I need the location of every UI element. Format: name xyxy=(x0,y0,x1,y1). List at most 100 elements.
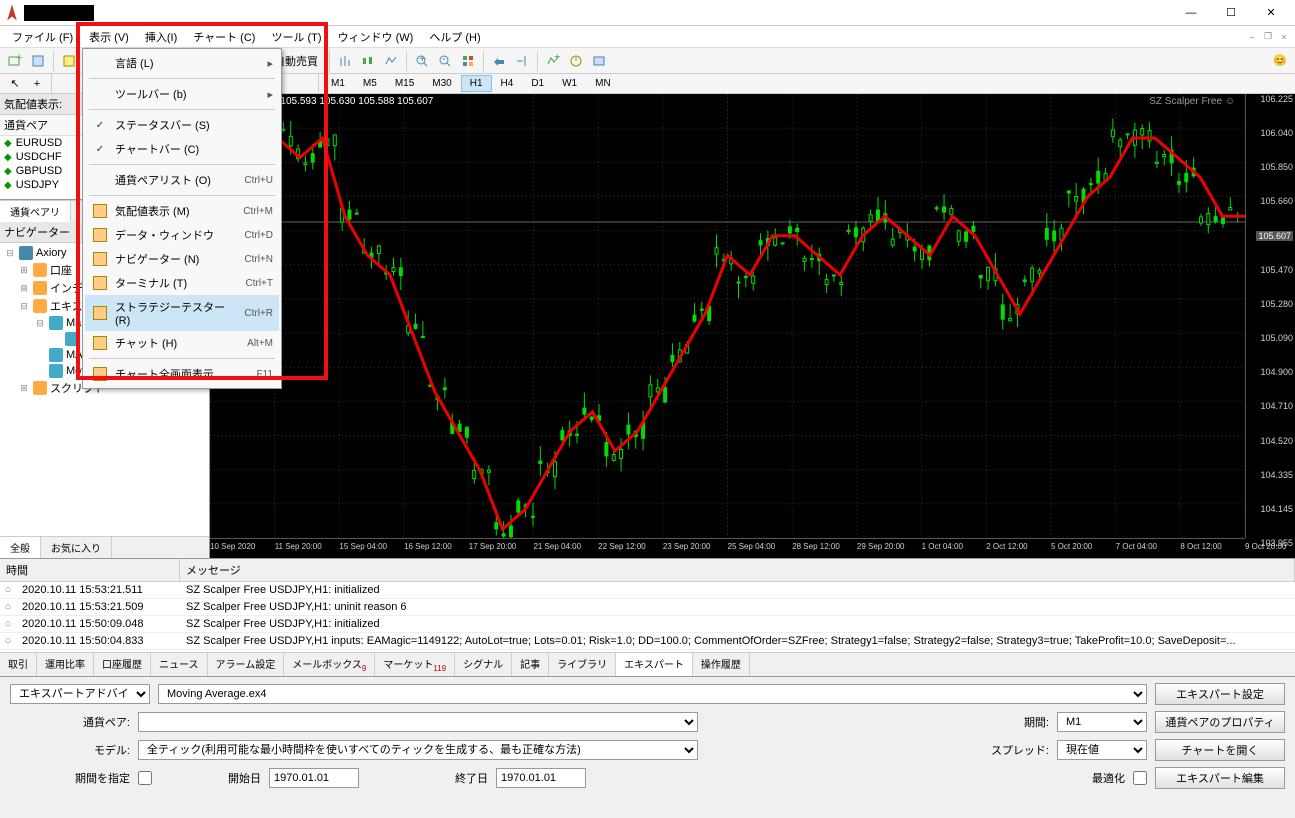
tester-daterange-check[interactable] xyxy=(138,771,152,785)
tree-expander-icon[interactable]: ⊞ xyxy=(18,383,30,394)
tester-pair-props-button[interactable]: 通貨ペアのプロパティ xyxy=(1155,711,1285,733)
tree-expander-icon[interactable]: ⊞ xyxy=(18,283,30,294)
tf-M30[interactable]: M30 xyxy=(423,75,460,92)
term-icon xyxy=(93,276,107,290)
mdi-restore-icon[interactable]: ❐ xyxy=(1261,30,1275,44)
tester-ea-settings-button[interactable]: エキスパート設定 xyxy=(1155,683,1285,705)
term-col-msg: メッセージ xyxy=(180,559,1295,581)
term-tab[interactable]: メールボックス9 xyxy=(284,653,375,676)
tester-ea-select[interactable]: Moving Average.ex4 xyxy=(158,684,1147,704)
menu-file[interactable]: ファイル (F) xyxy=(4,26,81,48)
menu-item[interactable]: チャット (H)Alt+M xyxy=(85,331,279,355)
indicators-icon[interactable]: + xyxy=(542,50,564,72)
menu-item[interactable]: ターミナル (T)Ctrl+T xyxy=(85,271,279,295)
tile-icon[interactable] xyxy=(457,50,479,72)
y-tick: 105.607 xyxy=(1256,231,1293,241)
tf-M5[interactable]: M5 xyxy=(354,75,386,92)
menu-help[interactable]: ヘルプ (H) xyxy=(421,26,488,48)
market-watch-title: 気配値表示: xyxy=(4,96,62,112)
menu-insert[interactable]: 挿入(I) xyxy=(137,26,185,48)
term-tab[interactable]: アラーム設定 xyxy=(208,653,285,676)
menu-item[interactable]: ナビゲーター (N)Ctrl+N xyxy=(85,247,279,271)
nav-tab-general[interactable]: 全般 xyxy=(0,537,41,558)
term-tab[interactable]: マーケット119 xyxy=(375,653,455,676)
chat-icon[interactable]: 😊 xyxy=(1273,54,1287,67)
menu-item[interactable]: ストラテジーテスター (R)Ctrl+R xyxy=(85,295,279,331)
tester-spread-select[interactable]: 現在値 xyxy=(1057,740,1147,760)
tf-W1[interactable]: W1 xyxy=(553,75,586,92)
menu-item[interactable]: 気配値表示 (M)Ctrl+M xyxy=(85,199,279,223)
tree-expander-icon[interactable]: ⊟ xyxy=(34,318,46,329)
log-row[interactable]: ○2020.10.11 15:53:21.509SZ Scalper Free … xyxy=(0,599,1295,616)
up-arrow-icon: ◆ xyxy=(4,138,12,149)
cursor-icon[interactable]: ↖ xyxy=(4,75,26,93)
barchart-icon[interactable] xyxy=(334,50,356,72)
tree-expander-icon[interactable]: ⊞ xyxy=(18,265,30,276)
tester-edit-button[interactable]: エキスパート編集 xyxy=(1155,767,1285,789)
term-tab[interactable]: 取引 xyxy=(0,653,37,676)
term-tab[interactable]: 記事 xyxy=(512,653,549,676)
mdi-close-icon[interactable]: × xyxy=(1277,30,1291,44)
mw-tab[interactable]: 通貨ペアリ xyxy=(0,201,71,222)
nav-tab-fav[interactable]: お気に入り xyxy=(41,537,112,558)
tester-period-select[interactable]: M1 xyxy=(1057,712,1147,732)
zoomin-icon[interactable]: + xyxy=(411,50,433,72)
tester-model-select[interactable]: 全ティック(利用可能な最小時間枠を使いすべてのティックを生成する、最も正確な方法… xyxy=(138,740,698,760)
mdi-minimize-icon[interactable]: – xyxy=(1245,30,1259,44)
tf-D1[interactable]: D1 xyxy=(522,75,553,92)
term-tab[interactable]: ニュース xyxy=(151,653,208,676)
profile-icon[interactable] xyxy=(27,50,49,72)
zoomout-icon[interactable]: - xyxy=(434,50,456,72)
periods-icon[interactable] xyxy=(565,50,587,72)
menu-item[interactable]: チャートバー (C) xyxy=(85,137,279,161)
term-tab[interactable]: シグナル xyxy=(455,653,512,676)
linechart-icon[interactable] xyxy=(380,50,402,72)
tree-expander-icon[interactable]: ⊟ xyxy=(4,248,16,259)
tester-end-date[interactable] xyxy=(496,768,586,788)
tester-open-chart-button[interactable]: チャートを開く xyxy=(1155,739,1285,761)
maximize-button[interactable]: ☐ xyxy=(1211,0,1251,26)
shift-icon[interactable] xyxy=(511,50,533,72)
tester-pair-select[interactable] xyxy=(138,712,698,732)
tf-MN[interactable]: MN xyxy=(586,75,620,92)
new-chart-icon[interactable]: + xyxy=(4,50,26,72)
menu-view[interactable]: 表示 (V) xyxy=(81,26,137,48)
log-row[interactable]: ○2020.10.11 15:50:09.048SZ Scalper Free … xyxy=(0,616,1295,633)
menu-item[interactable]: チャート全画面表示F11 xyxy=(85,362,279,386)
menu-item[interactable]: ステータスバー (S) xyxy=(85,113,279,137)
minimize-button[interactable]: — xyxy=(1171,0,1211,26)
term-tab[interactable]: 操作履歴 xyxy=(693,653,750,676)
menu-tools[interactable]: ツール (T) xyxy=(263,26,329,48)
term-tab[interactable]: ライブラリ xyxy=(549,653,616,676)
tf-H4[interactable]: H4 xyxy=(492,75,523,92)
close-button[interactable]: ✕ xyxy=(1251,0,1291,26)
term-tab[interactable]: 運用比率 xyxy=(37,653,94,676)
log-row[interactable]: ○2020.10.11 15:53:21.511SZ Scalper Free … xyxy=(0,582,1295,599)
menu-chart[interactable]: チャート (C) xyxy=(185,26,263,48)
menu-item[interactable]: データ・ウィンドウCtrl+D xyxy=(85,223,279,247)
chart-ea-name: SZ Scalper Free ☺ xyxy=(1149,96,1235,107)
tf-M1[interactable]: M1 xyxy=(322,75,354,92)
autoscroll-icon[interactable] xyxy=(488,50,510,72)
templates-icon[interactable] xyxy=(588,50,610,72)
log-row[interactable]: ○2020.10.11 15:50:04.833SZ Scalper Free … xyxy=(0,633,1295,650)
crosshair-icon[interactable]: + xyxy=(26,75,48,93)
tf-H1[interactable]: H1 xyxy=(461,75,492,92)
tester-type-select[interactable]: エキスパートアドバイ xyxy=(10,684,150,704)
up-arrow-icon: ◆ xyxy=(4,152,12,163)
menu-window[interactable]: ウィンドウ (W) xyxy=(330,26,422,48)
tf-M15[interactable]: M15 xyxy=(386,75,423,92)
menu-item[interactable]: ツールバー (b)▸ xyxy=(85,82,279,106)
term-tab[interactable]: エキスパート xyxy=(616,653,693,676)
menu-item[interactable]: 言語 (L)▸ xyxy=(85,51,279,75)
tester-opt-check[interactable] xyxy=(1133,771,1147,785)
marketwatch-icon[interactable] xyxy=(58,50,80,72)
term-tab[interactable]: 口座履歴 xyxy=(94,653,151,676)
y-tick: 105.090 xyxy=(1260,333,1293,343)
menu-item[interactable]: 通貨ペアリスト (O)Ctrl+U xyxy=(85,168,279,192)
candlechart-icon[interactable] xyxy=(357,50,379,72)
chart[interactable]: ▼USDJPY,H1 105.593 105.630 105.588 105.6… xyxy=(210,94,1295,558)
x-tick: 29 Sep 20:00 xyxy=(857,542,905,551)
tree-expander-icon[interactable]: ⊟ xyxy=(18,301,30,312)
tester-start-date[interactable] xyxy=(269,768,359,788)
